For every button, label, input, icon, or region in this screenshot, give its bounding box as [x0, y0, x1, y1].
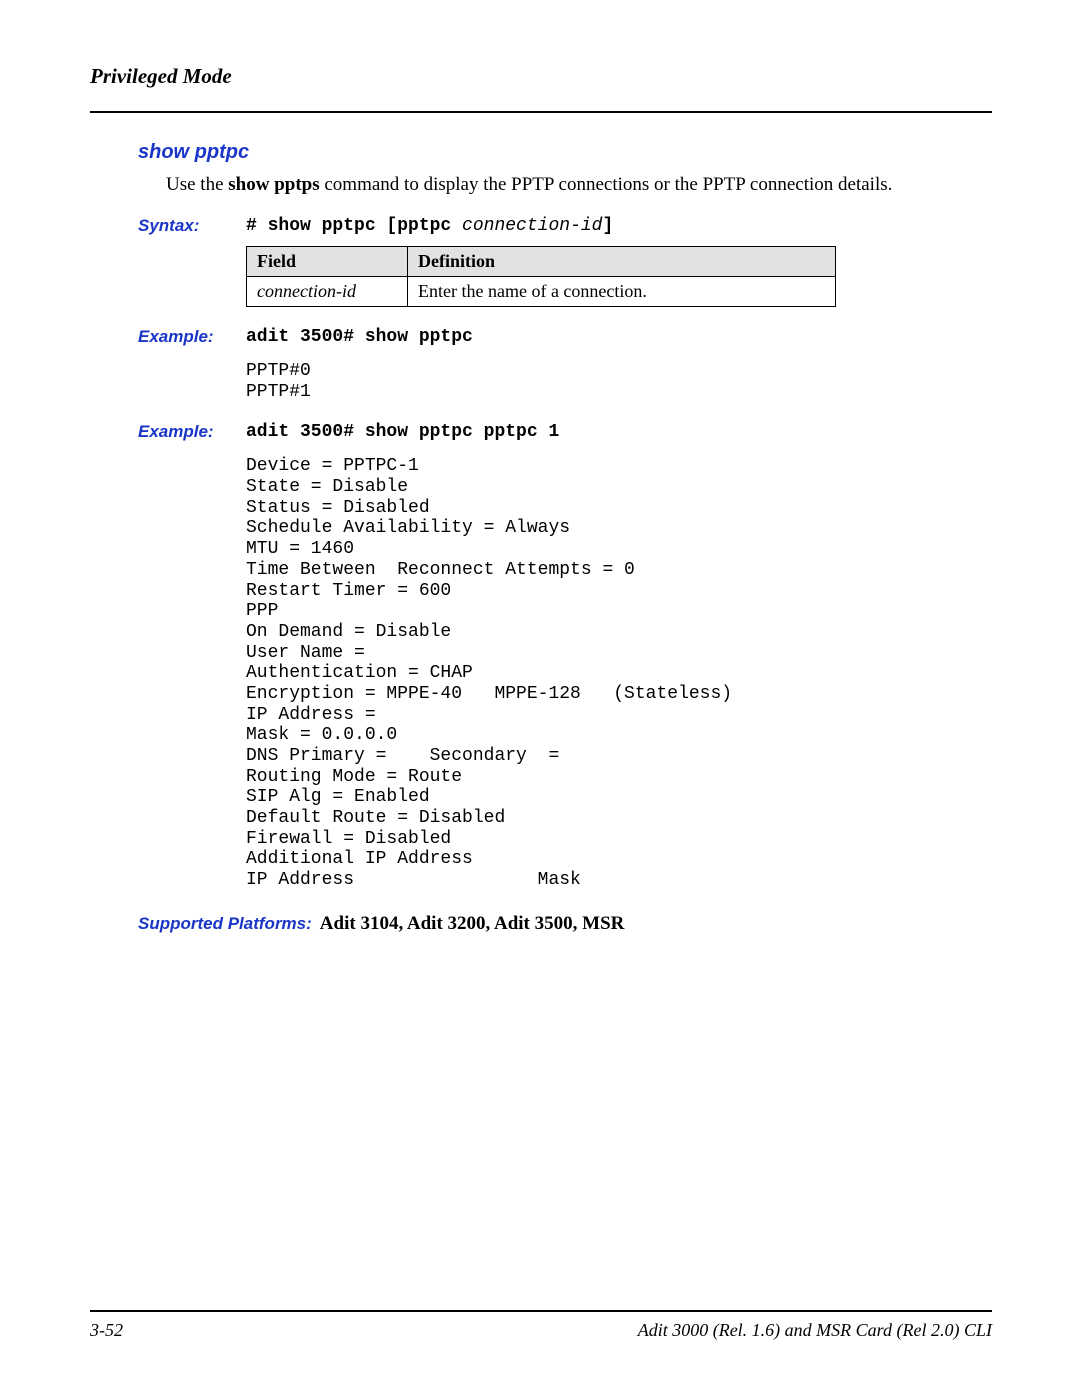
definition-table: Field Definition connection-id Enter the…	[246, 246, 836, 307]
syntax-suffix: ]	[602, 216, 613, 236]
example2-row: Example: adit 3500# show pptpc pptpc 1	[138, 422, 992, 442]
example2-command: adit 3500# show pptpc pptpc 1	[246, 422, 559, 442]
th-definition: Definition	[408, 247, 836, 277]
example2-label: Example:	[138, 422, 246, 442]
intro-prefix: Use the	[166, 174, 228, 195]
platforms-label: Supported Platforms:	[138, 914, 312, 934]
footer-page-number: 3-52	[90, 1320, 123, 1341]
syntax-connection-id: connection-id	[462, 216, 602, 236]
main-content: show pptpc Use the show pptps command to…	[138, 141, 992, 935]
example2-output: Device = PPTPC-1 State = Disable Status …	[246, 456, 992, 890]
intro-suffix: command to display the PPTP connections …	[320, 174, 893, 195]
table-header-row: Field Definition	[247, 247, 836, 277]
intro-bold: show pptps	[228, 174, 319, 195]
definition-table-wrap: Field Definition connection-id Enter the…	[246, 246, 992, 307]
example1-command: adit 3500# show pptpc	[246, 327, 473, 347]
page-header-title: Privileged Mode	[90, 64, 992, 89]
syntax-body: # show pptpc [pptpc connection-id]	[246, 216, 613, 236]
example1-label: Example:	[138, 327, 246, 347]
syntax-prefix: # show pptpc [pptpc	[246, 216, 462, 236]
document-page: Privileged Mode show pptpc Use the show …	[0, 0, 1080, 1397]
footer-doc-title: Adit 3000 (Rel. 1.6) and MSR Card (Rel 2…	[638, 1320, 992, 1341]
example1-row: Example: adit 3500# show pptpc	[138, 327, 992, 347]
syntax-label: Syntax:	[138, 216, 246, 236]
page-footer: 3-52 Adit 3000 (Rel. 1.6) and MSR Card (…	[90, 1310, 992, 1341]
section-heading: show pptpc	[138, 141, 992, 164]
platforms-row: Supported Platforms: Adit 3104, Adit 320…	[138, 913, 992, 935]
td-definition: Enter the name of a connection.	[408, 277, 836, 307]
intro-paragraph: Use the show pptps command to display th…	[166, 174, 992, 196]
td-field: connection-id	[247, 277, 408, 307]
footer-row: 3-52 Adit 3000 (Rel. 1.6) and MSR Card (…	[90, 1320, 992, 1341]
example1-output: PPTP#0 PPTP#1	[246, 361, 992, 402]
th-field: Field	[247, 247, 408, 277]
header-rule	[90, 111, 992, 113]
platforms-value: Adit 3104, Adit 3200, Adit 3500, MSR	[320, 913, 625, 935]
table-row: connection-id Enter the name of a connec…	[247, 277, 836, 307]
syntax-row: Syntax: # show pptpc [pptpc connection-i…	[138, 216, 992, 236]
footer-rule	[90, 1310, 992, 1312]
